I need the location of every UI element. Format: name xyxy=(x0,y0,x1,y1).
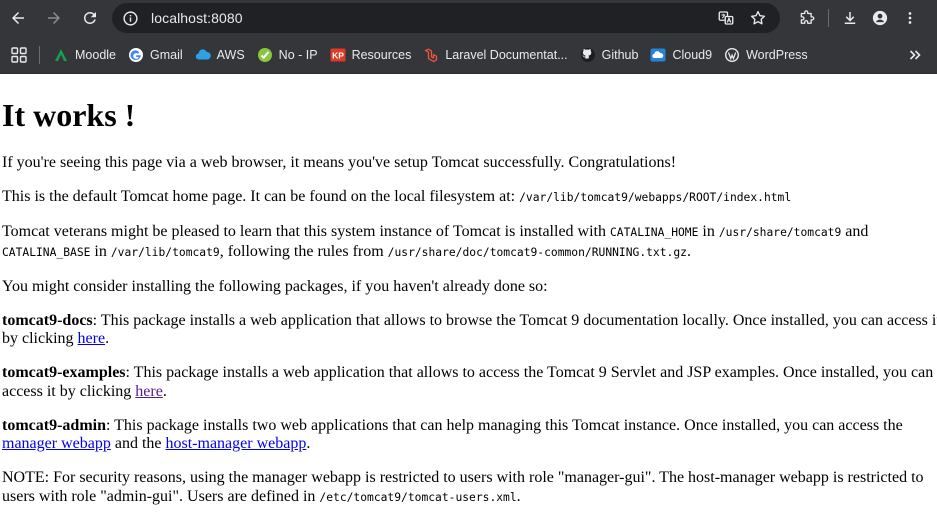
bookmark-gmail[interactable]: Gmail xyxy=(124,41,189,69)
more-bookmarks-button[interactable] xyxy=(901,41,929,69)
arrow-right-icon xyxy=(48,12,60,24)
bookmark-resources[interactable]: KP Resources xyxy=(326,41,418,69)
default-page-paragraph: This is the default Tomcat home page. It… xyxy=(2,188,937,208)
page-title: It works ! xyxy=(2,97,136,133)
cloud9-icon xyxy=(650,47,666,63)
manager-webapp-link[interactable]: manager webapp xyxy=(2,435,111,452)
package-name: tomcat9-docs xyxy=(2,311,93,329)
docs-here-link[interactable]: here xyxy=(78,330,106,347)
paragraph-text: . xyxy=(306,435,311,452)
omnibox-actions xyxy=(714,3,770,33)
puzzle-icon xyxy=(800,10,815,24)
toolbar-right xyxy=(792,0,925,36)
admin-package-paragraph: tomcat9-admin: This package installs two… xyxy=(2,417,937,454)
star-outline-icon xyxy=(750,10,766,25)
google-icon xyxy=(128,47,144,63)
toolbar-divider xyxy=(828,9,829,27)
tomcat-users-path-code: /etc/tomcat9/tomcat-users.xml xyxy=(319,490,517,504)
tune-icon xyxy=(122,10,138,26)
paragraph-text: and the xyxy=(110,435,166,452)
translate-icon xyxy=(718,11,734,25)
wordpress-icon xyxy=(724,47,740,63)
downloads-button[interactable] xyxy=(835,3,865,33)
paragraph-text: : This package installs a web applicatio… xyxy=(92,311,937,329)
apps-button[interactable] xyxy=(6,42,32,68)
more-vertical-icon xyxy=(908,12,912,24)
chevron-double-right-icon xyxy=(909,50,921,60)
reload-icon xyxy=(83,11,96,24)
paragraph-text: and xyxy=(841,223,869,240)
bookmark-moodle[interactable]: Moodle xyxy=(49,41,122,69)
paragraph-text: in xyxy=(698,223,719,240)
avatar-icon xyxy=(872,10,888,26)
profile-button[interactable] xyxy=(865,3,895,33)
laravel-icon xyxy=(423,47,439,63)
bookmark-cloud9[interactable]: Cloud9 xyxy=(646,41,718,69)
package-name: tomcat9-admin xyxy=(2,416,106,434)
intro-paragraph: If you're seeing this page via a web bro… xyxy=(2,154,677,171)
bookmark-laravel[interactable]: Laravel Documentat... xyxy=(419,41,573,69)
arrow-left-icon xyxy=(12,12,24,24)
extensions-button[interactable] xyxy=(792,3,822,33)
page-content: It works ! If you're seeing this page vi… xyxy=(0,74,937,513)
site-info-button[interactable] xyxy=(116,4,144,32)
docs-package-paragraph: tomcat9-docs: This package installs a we… xyxy=(2,312,937,349)
bookmarks-bar: Moodle Gmail AWS No - IP KP Resources La… xyxy=(0,36,937,74)
paragraph-text: Tomcat veterans might be pleased to lear… xyxy=(2,223,610,240)
bookmark-wordpress[interactable]: WordPress xyxy=(720,41,814,69)
examples-package-paragraph: tomcat9-examples: This package installs … xyxy=(2,364,937,401)
noip-icon xyxy=(257,47,273,63)
paragraph-text: : This package installs two web applicat… xyxy=(105,416,903,434)
browser-toolbar: localhost:8080 xyxy=(0,0,937,36)
paragraph-text: . xyxy=(162,382,167,400)
index-path-code: /var/lib/tomcat9/webapps/ROOT/index.html xyxy=(519,191,792,204)
paragraph-text: in xyxy=(90,242,111,260)
address-bar[interactable]: localhost:8080 xyxy=(112,3,780,33)
reload-button[interactable] xyxy=(75,3,105,33)
catalina-home-path-code: /usr/share/tomcat9 xyxy=(718,226,842,239)
paragraph-text: This is the default Tomcat home page. It… xyxy=(2,188,520,205)
catalina-base-path-code: /var/lib/tomcat9 xyxy=(110,245,220,259)
download-icon xyxy=(844,12,856,24)
moodle-icon xyxy=(53,47,69,63)
bookmark-github[interactable]: Github xyxy=(576,41,645,69)
paragraph-text: NOTE: For security reasons, using the ma… xyxy=(2,469,924,486)
packages-intro-paragraph: You might consider installing the follow… xyxy=(2,277,548,295)
paragraph-text: access it by clicking xyxy=(2,382,136,400)
examples-here-link[interactable]: here xyxy=(135,383,163,400)
paragraph-text: . xyxy=(516,487,521,505)
paragraph-text: : This package installs a web applicatio… xyxy=(125,364,934,381)
aws-cloud-icon xyxy=(195,47,211,63)
running-doc-path-code: /usr/share/doc/tomcat9-common/RUNNING.tx… xyxy=(387,245,687,259)
back-button[interactable] xyxy=(3,3,33,33)
bookmark-aws[interactable]: AWS xyxy=(191,41,251,69)
bookmark-noip[interactable]: No - IP xyxy=(253,41,324,69)
translate-button[interactable] xyxy=(714,6,738,30)
paragraph-text: . xyxy=(686,242,691,260)
package-name: tomcat9-examples xyxy=(2,364,126,381)
catalina-home-code: CATALINA_HOME xyxy=(609,226,699,239)
apps-grid-icon xyxy=(11,46,27,63)
catalina-base-code: CATALINA_BASE xyxy=(2,245,91,259)
paragraph-text: . xyxy=(105,330,110,347)
menu-button[interactable] xyxy=(895,3,925,33)
host-manager-webapp-link[interactable]: host-manager webapp xyxy=(166,435,307,452)
forward-button[interactable] xyxy=(39,3,69,33)
url-text[interactable]: localhost:8080 xyxy=(151,10,243,26)
security-note-paragraph: NOTE: For security reasons, using the ma… xyxy=(2,469,937,507)
paragraph-text: by clicking xyxy=(2,330,78,347)
paragraph-text: , following the rules from xyxy=(219,242,388,260)
paragraph-text: users with role "admin-gui". Users are d… xyxy=(2,487,320,505)
bookmark-star-button[interactable] xyxy=(746,6,770,30)
catalina-paragraph: Tomcat veterans might be pleased to lear… xyxy=(2,223,937,262)
svg-text:KP: KP xyxy=(332,50,344,60)
kp-icon: KP xyxy=(330,47,346,63)
bookmarks-divider xyxy=(39,45,40,64)
github-icon xyxy=(580,47,596,63)
